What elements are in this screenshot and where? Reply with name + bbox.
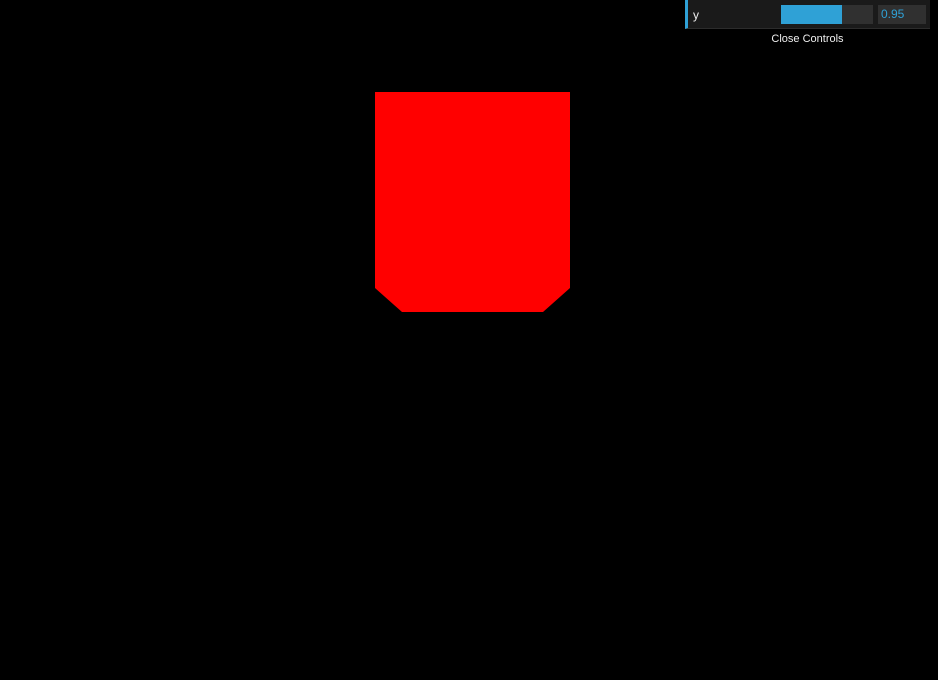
param-slider-fill [781, 5, 842, 24]
close-controls-button[interactable]: Close Controls [685, 29, 930, 49]
param-value-input[interactable] [878, 5, 926, 24]
scene-svg [375, 92, 570, 312]
param-row-y: y [685, 0, 930, 29]
param-label: y [693, 8, 699, 22]
render-canvas[interactable] [0, 0, 938, 680]
param-slider[interactable] [781, 5, 873, 24]
controls-panel: y Close Controls [685, 0, 930, 49]
red-shape [375, 92, 570, 312]
